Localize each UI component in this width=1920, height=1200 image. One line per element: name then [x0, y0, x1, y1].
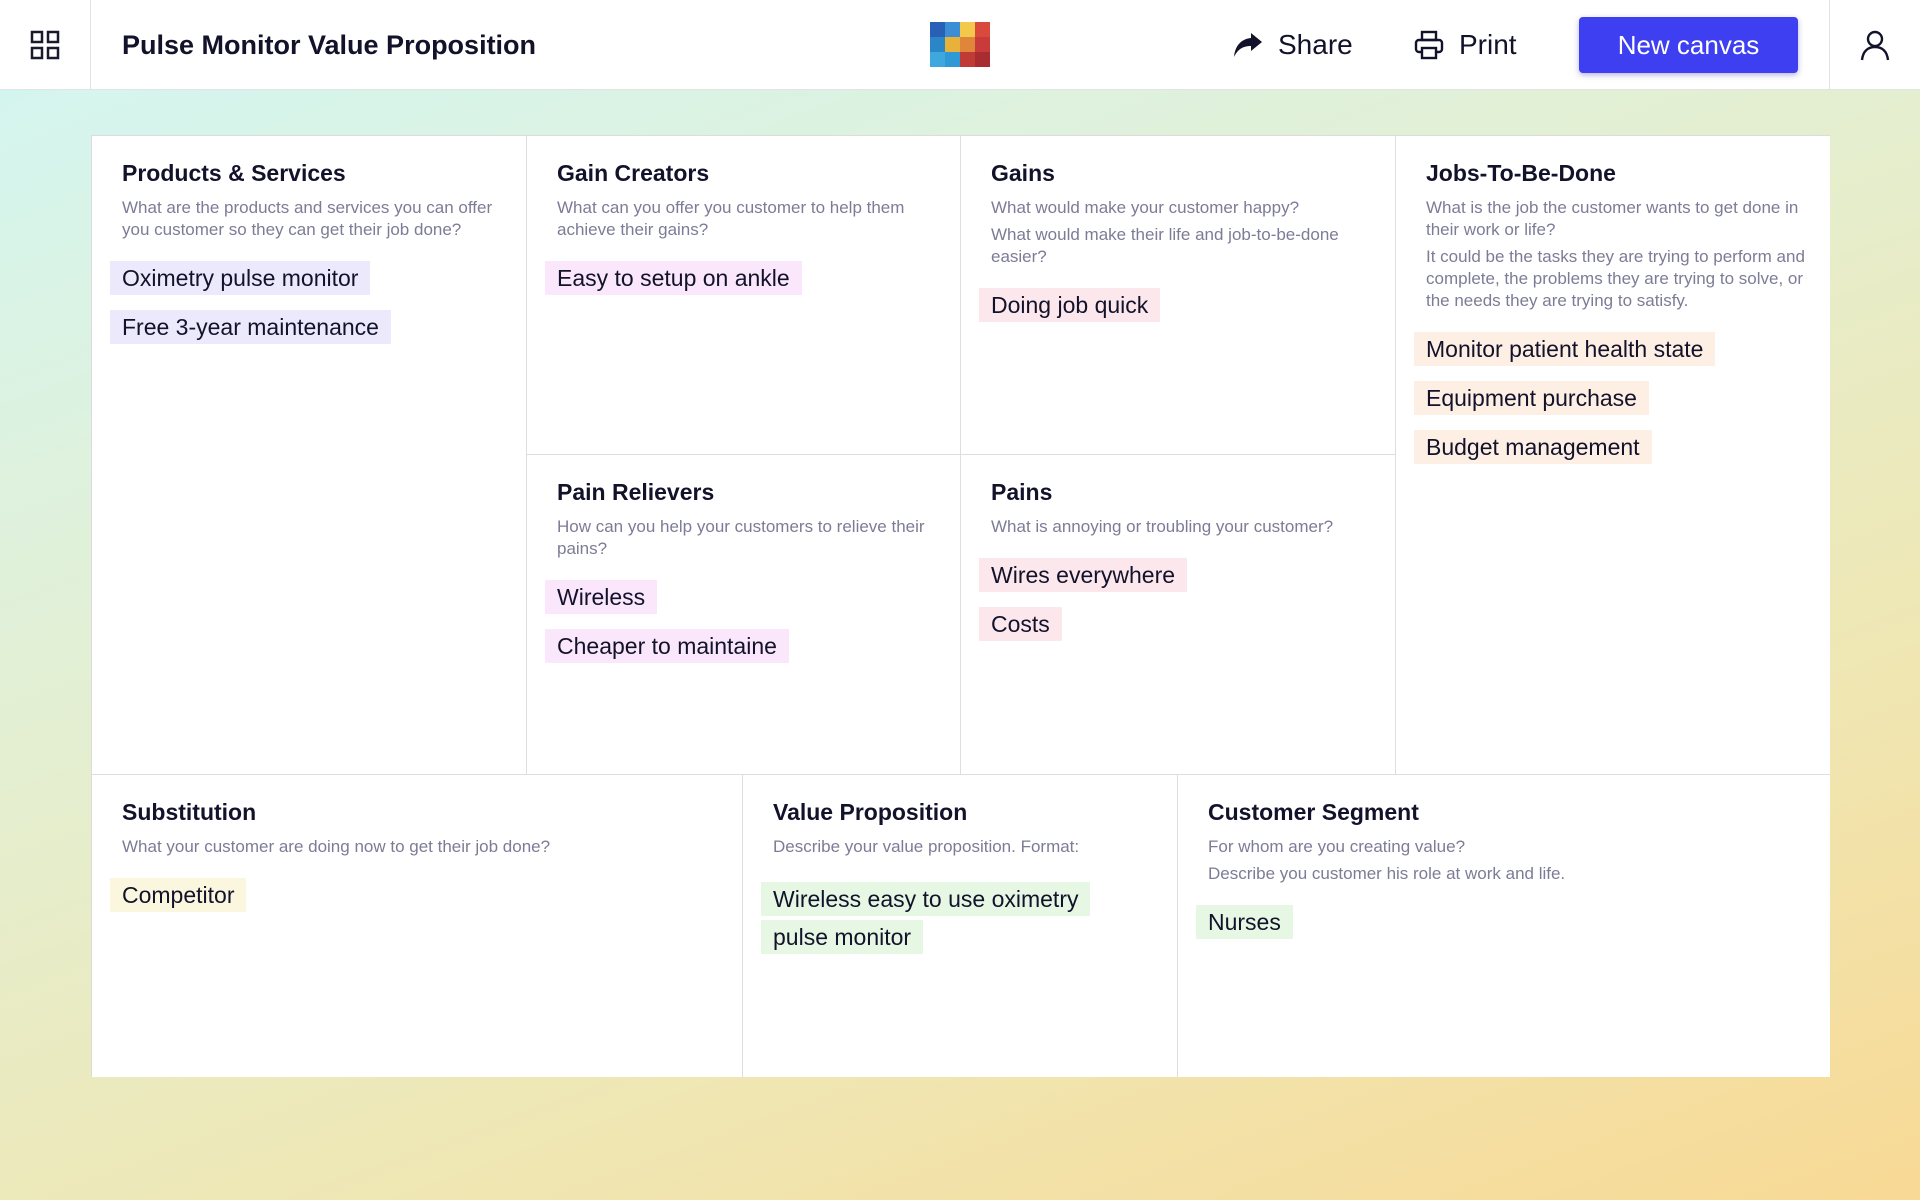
menu-button[interactable] — [0, 0, 91, 90]
share-button[interactable]: Share — [1232, 0, 1353, 90]
divider — [92, 774, 1830, 775]
section-description: What can you offer you customer to help … — [557, 198, 905, 239]
divider — [1395, 136, 1396, 774]
sticky-note[interactable]: Wires everywhere — [979, 558, 1188, 592]
section-title: Value Proposition — [773, 799, 968, 825]
sticky-note[interactable]: Easy to setup on ankle — [545, 261, 802, 295]
divider — [527, 454, 1395, 455]
sticky-note[interactable]: Oximetry pulse monitor — [110, 261, 371, 295]
new-canvas-button[interactable]: New canvas — [1579, 17, 1798, 73]
sticky-note[interactable]: Doing job quick — [979, 288, 1161, 322]
section-value-proposition[interactable]: Value Proposition Describe your value pr… — [743, 775, 1177, 1077]
section-description: What is annoying or troubling your custo… — [991, 517, 1334, 536]
section-title: Gain Creators — [557, 160, 710, 186]
share-label: Share — [1278, 29, 1353, 60]
sticky-note[interactable]: Nurses — [1196, 905, 1293, 939]
section-title: Pains — [991, 479, 1053, 505]
divider — [526, 136, 527, 774]
divider — [960, 136, 961, 774]
section-title: Pain Relievers — [557, 479, 715, 505]
sticky-note[interactable]: Wireless easy to use oximetry pulse moni… — [761, 882, 1091, 954]
share-icon — [1234, 33, 1262, 57]
section-description: What would make their life and job-to-be… — [991, 225, 1339, 266]
section-pains[interactable]: Pains What is annoying or troubling your… — [961, 455, 1395, 774]
section-description: For whom are you creating value? — [1208, 837, 1466, 856]
section-title: Customer Segment — [1208, 799, 1419, 825]
section-substitution[interactable]: Substitution What your customer are doin… — [92, 775, 742, 1077]
section-gain-creators[interactable]: Gain Creators What can you offer you cus… — [527, 136, 960, 454]
sticky-note[interactable]: Free 3-year maintenance — [110, 310, 391, 344]
grid-menu-icon — [30, 30, 60, 60]
section-description: It could be the tasks they are trying to… — [1426, 247, 1805, 310]
section-gains[interactable]: Gains What would make your customer happ… — [961, 136, 1395, 454]
app-logo-icon — [930, 22, 990, 67]
section-description: How can you help your customers to relie… — [557, 517, 925, 558]
section-description: What are the products and services you c… — [122, 198, 493, 239]
divider — [1177, 775, 1178, 1077]
printer-icon — [1414, 30, 1444, 60]
sticky-note[interactable]: Competitor — [110, 878, 247, 912]
section-title: Substitution — [122, 799, 257, 825]
sticky-note[interactable]: Costs — [979, 607, 1062, 641]
sticky-note[interactable]: Budget management — [1414, 430, 1652, 464]
section-description: What would make your customer happy? — [991, 198, 1300, 217]
print-label: Print — [1459, 29, 1517, 60]
page-title: Pulse Monitor Value Proposition — [122, 30, 537, 60]
section-description: What your customer are doing now to get … — [122, 837, 551, 856]
sticky-note[interactable]: Monitor patient health state — [1414, 332, 1716, 366]
section-description: What is the job the customer wants to ge… — [1426, 198, 1799, 239]
value-proposition-canvas: Products & Services What are the product… — [91, 135, 1830, 1077]
section-customer-segment[interactable]: Customer Segment For whom are you creati… — [1178, 775, 1830, 1077]
user-profile-button[interactable] — [1829, 0, 1920, 90]
section-title: Products & Services — [122, 160, 346, 186]
section-products-services[interactable]: Products & Services What are the product… — [92, 136, 526, 774]
section-title: Gains — [991, 160, 1055, 186]
top-bar: Pulse Monitor Value Proposition Share Pr… — [0, 0, 1920, 90]
divider — [742, 775, 743, 1077]
section-title: Jobs-To-Be-Done — [1426, 160, 1616, 186]
sticky-note[interactable]: Wireless — [545, 580, 658, 614]
section-jobs-to-be-done[interactable]: Jobs-To-Be-Done What is the job the cust… — [1396, 136, 1830, 774]
section-description: Describe your value proposition. Format: — [773, 837, 1080, 856]
section-description: Describe you customer his role at work a… — [1208, 864, 1566, 883]
user-icon — [1860, 30, 1890, 61]
section-pain-relievers[interactable]: Pain Relievers How can you help your cus… — [527, 455, 960, 774]
sticky-note[interactable]: Cheaper to maintaine — [545, 629, 789, 663]
sticky-note[interactable]: Equipment purchase — [1414, 381, 1649, 415]
print-button[interactable]: Print — [1413, 0, 1517, 90]
